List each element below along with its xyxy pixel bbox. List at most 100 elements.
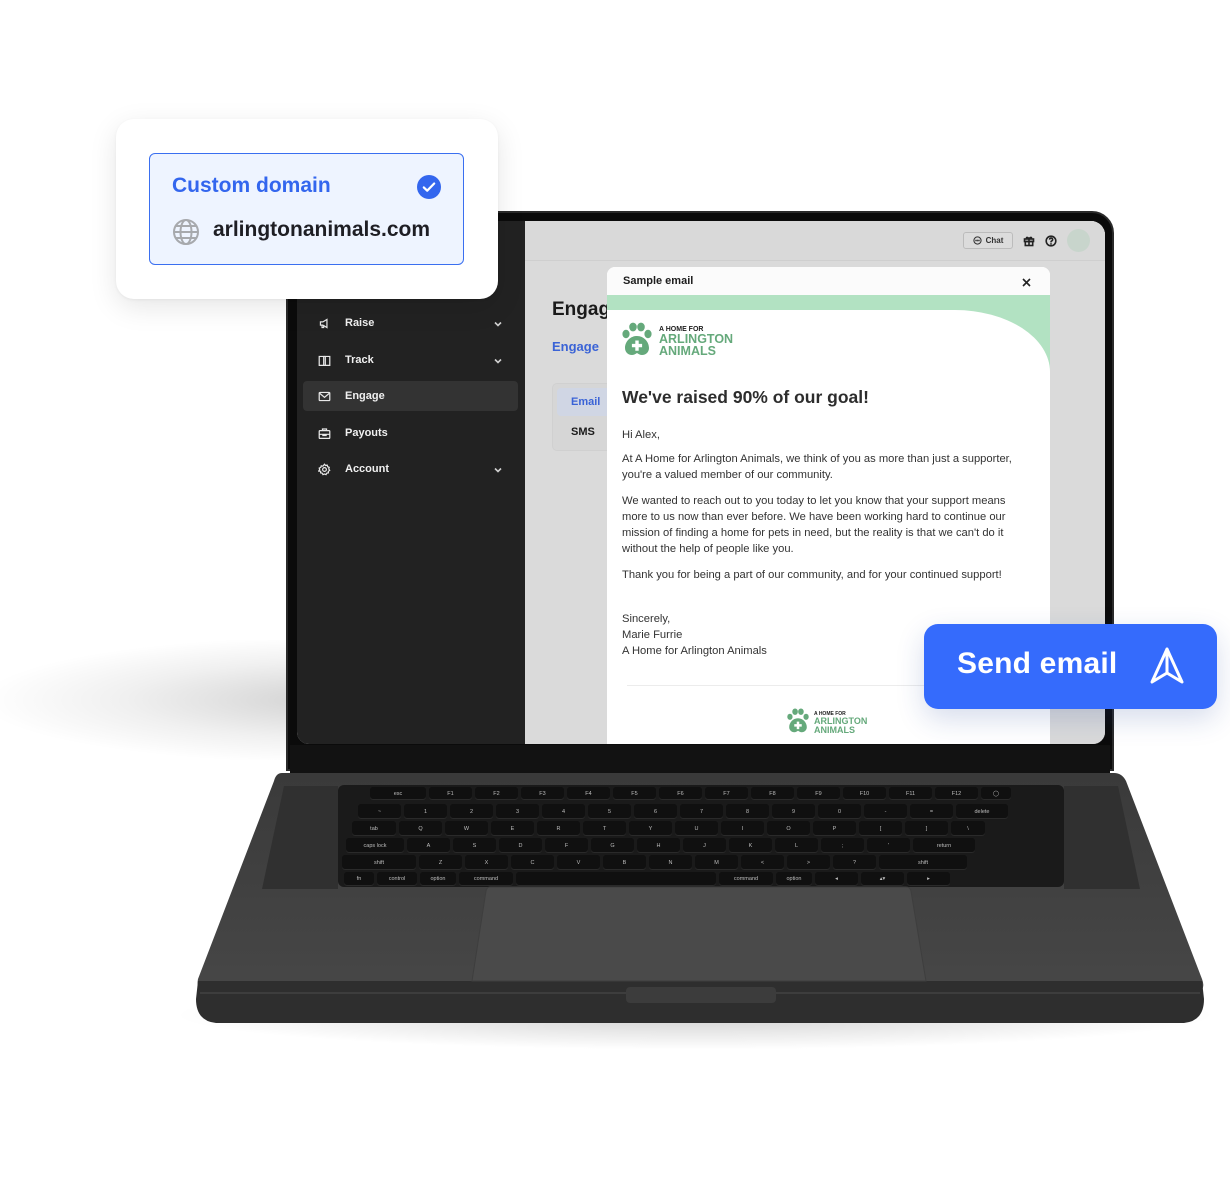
gear-icon: [317, 462, 331, 476]
help-icon[interactable]: [1045, 234, 1057, 247]
send-email-button[interactable]: Send email: [924, 624, 1217, 709]
sidebar-item-label: Account: [345, 463, 389, 475]
keyboard-key: ': [867, 838, 910, 853]
keyboard-key: =: [910, 804, 953, 819]
keyboard-row: fn control option command command option ◂ ▴▾ ▸: [344, 872, 950, 886]
keyboard-key: Q: [399, 821, 442, 836]
keyboard-key: A: [407, 838, 450, 853]
sidebar-item-payouts[interactable]: Payouts: [303, 418, 518, 448]
keyboard-key: 5: [588, 804, 631, 819]
keyboard-key: N: [649, 855, 692, 870]
avatar[interactable]: [1067, 229, 1090, 252]
keyboard-key: [: [859, 821, 902, 836]
keyboard-key: F8: [751, 787, 794, 800]
keyboard-key: P: [813, 821, 856, 836]
keyboard-key: Y: [629, 821, 672, 836]
keyboard: esc F1 F2 F3 F4 F5 F6 F7 F8 F9 F10 F11 F12 ◯ ~1 2 3 4 5 6 7 8…: [340, 787, 1065, 887]
keyboard-row: shift Z X C V B N M < >? shift: [342, 855, 967, 870]
email-heading: We've raised 90% of our goal!: [622, 387, 869, 407]
sidebar-item-label: Track: [345, 354, 374, 366]
keyboard-key: F3: [521, 787, 564, 800]
send-arrow-icon: [1150, 647, 1184, 684]
keyboard-key: H: [637, 838, 680, 853]
keyboard-key: 9: [772, 804, 815, 819]
org-logo-footer: A HOME FOR ARLINGTON ANIMALS: [787, 708, 867, 738]
keyboard-key: control: [377, 872, 417, 886]
keyboard-key: ~: [358, 804, 401, 819]
sidebar-item-account[interactable]: Account: [303, 454, 518, 484]
logo-line-3: ANIMALS: [814, 724, 855, 735]
keyboard-key: ◯: [981, 787, 1011, 800]
sidebar: Raise Track Engage Payouts Account: [297, 221, 525, 744]
sidebar-item-raise[interactable]: Raise: [303, 308, 518, 338]
keyboard-key: G: [591, 838, 634, 853]
keyboard-key: M: [695, 855, 738, 870]
keyboard-key: 2: [450, 804, 493, 819]
keyboard-key: F: [545, 838, 588, 853]
keyboard-key: 4: [542, 804, 585, 819]
keyboard-key: F2: [475, 787, 518, 800]
keyboard-key: command: [719, 872, 773, 886]
keyboard-key: esc: [370, 787, 426, 800]
keyboard-key: F1: [429, 787, 472, 800]
keyboard-key: -: [864, 804, 907, 819]
keyboard-key: Z: [419, 855, 462, 870]
keyboard-key: T: [583, 821, 626, 836]
keyboard-key: \: [951, 821, 985, 836]
keyboard-key: <: [741, 855, 784, 870]
sidebar-item-engage[interactable]: Engage: [303, 381, 518, 411]
keyboard-key: D: [499, 838, 542, 853]
chat-button[interactable]: Chat: [963, 232, 1013, 249]
mail-icon: [317, 389, 331, 403]
email-paragraph: Thank you for being a part of our commun…: [622, 569, 1002, 581]
keyboard-key: command: [459, 872, 513, 886]
keyboard-key: ]: [905, 821, 948, 836]
close-icon[interactable]: [1021, 275, 1032, 287]
keyboard-key: [516, 872, 716, 886]
keyboard-key: option: [776, 872, 812, 886]
keyboard-key: W: [445, 821, 488, 836]
keyboard-key: 1: [404, 804, 447, 819]
keyboard-key: R: [537, 821, 580, 836]
custom-domain-field[interactable]: Custom domain arlingtonanimals.com: [149, 153, 464, 265]
keyboard-key: ?: [833, 855, 876, 870]
keyboard-key: F9: [797, 787, 840, 800]
tab-engage[interactable]: Engage: [552, 339, 599, 354]
keyboard-key: B: [603, 855, 646, 870]
chevron-down-icon: [494, 465, 502, 473]
keyboard-key: shift: [342, 855, 416, 870]
check-circle-icon: [417, 175, 441, 199]
top-bar: Chat: [525, 221, 1105, 261]
email-paragraph: At A Home for Arlington Animals, we thin…: [622, 453, 1012, 481]
keyboard-key: I: [721, 821, 764, 836]
keyboard-key: delete: [956, 804, 1008, 819]
keyboard-key: option: [420, 872, 456, 886]
keyboard-key: U: [675, 821, 718, 836]
keyboard-key: C: [511, 855, 554, 870]
keyboard-key: F12: [935, 787, 978, 800]
keyboard-key: tab: [352, 821, 396, 836]
custom-domain-value: arlingtonanimals.com: [213, 218, 431, 241]
sidebar-item-track[interactable]: Track: [303, 345, 518, 375]
sidebar-item-label: Engage: [345, 390, 385, 402]
book-icon: [317, 353, 331, 367]
keyboard-key: S: [453, 838, 496, 853]
keyboard-key: shift: [879, 855, 967, 870]
keyboard-key: 3: [496, 804, 539, 819]
megaphone-icon: [317, 316, 331, 330]
chat-label: Chat: [985, 236, 1004, 245]
keyboard-key: return: [913, 838, 975, 853]
keyboard-key: F11: [889, 787, 932, 800]
keyboard-key: V: [557, 855, 600, 870]
keyboard-key: 0: [818, 804, 861, 819]
email-greeting: Hi Alex,: [622, 429, 660, 441]
sidebar-item-label: Payouts: [345, 427, 388, 439]
paw-cross-icon: [787, 708, 809, 738]
keyboard-key: ▴▾: [861, 872, 904, 886]
keyboard-key: 6: [634, 804, 677, 819]
keyboard-key: F10: [843, 787, 886, 800]
gift-icon[interactable]: [1023, 234, 1035, 247]
keyboard-key: 8: [726, 804, 769, 819]
keyboard-key: K: [729, 838, 772, 853]
keyboard-key: F6: [659, 787, 702, 800]
